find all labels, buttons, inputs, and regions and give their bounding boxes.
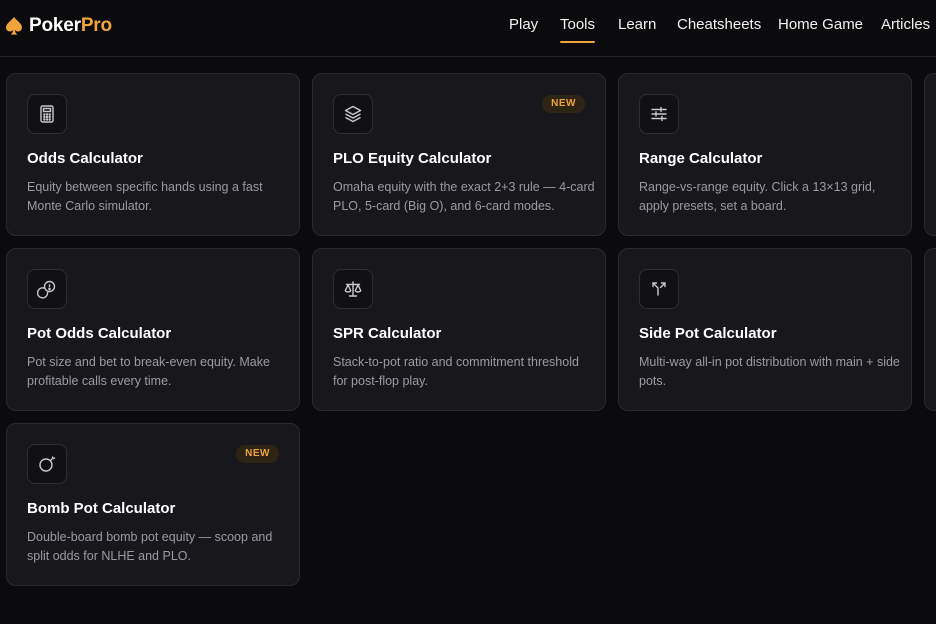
top-header: PokerPro Play Tools Learn Cheatsheets Ho…	[0, 0, 936, 57]
tool-icon-box	[639, 94, 679, 134]
tool-icon-box	[27, 269, 67, 309]
tool-icon-box	[27, 94, 67, 134]
tool-title: Side Pot Calculator	[639, 325, 777, 342]
tool-card-odds-calculator[interactable]: Odds Calculator Equity between specific …	[6, 73, 300, 236]
brand-name-part1: Poker	[29, 15, 81, 36]
tool-description: Range-vs-range equity. Click a 13×13 gri…	[639, 180, 876, 213]
tool-card-spr-calculator[interactable]: SPR Calculator Stack-to-pot ratio and co…	[312, 248, 606, 411]
tool-card-bomb-pot-calculator[interactable]: NEW Bomb Pot Calculator Double-board bom…	[6, 423, 300, 586]
tool-card-pot-odds-calculator[interactable]: Pot Odds Calculator Pot size and bet to …	[6, 248, 300, 411]
brand-name: PokerPro	[29, 15, 112, 37]
tool-icon-box	[27, 444, 67, 484]
tool-card-side-pot-calculator[interactable]: Side Pot Calculator Multi-way all-in pot…	[618, 248, 912, 411]
scale-icon	[344, 281, 362, 297]
nav-tools[interactable]: Tools	[560, 16, 596, 43]
new-badge: NEW	[542, 95, 585, 113]
tool-description: Pot size and bet to break-even equity. M…	[27, 355, 270, 388]
tool-card-range-calculator[interactable]: Range Calculator Range-vs-range equity. …	[618, 73, 912, 236]
sliders-icon	[651, 106, 667, 122]
nav-play[interactable]: Play	[509, 16, 538, 33]
tool-description: Equity between specific hands using a fa…	[27, 180, 263, 213]
tool-description: Multi-way all-in pot distribution with m…	[639, 355, 900, 388]
tool-title: Pot Odds Calculator	[27, 325, 172, 342]
tool-icon-box	[333, 269, 373, 309]
nav-cheatsheets[interactable]: Cheatsheets	[677, 16, 761, 33]
coins-icon	[37, 280, 56, 299]
tool-title: Range Calculator	[639, 150, 763, 167]
tool-icon-box	[333, 94, 373, 134]
tool-title: Bomb Pot Calculator	[27, 500, 176, 517]
layers-icon	[344, 105, 362, 123]
tool-card-plo-equity-calculator[interactable]: NEW PLO Equity Calculator Omaha equity w…	[312, 73, 606, 236]
bomb-icon	[39, 456, 56, 472]
brand-name-part2: Pro	[80, 15, 112, 36]
nav-learn[interactable]: Learn	[618, 16, 656, 33]
tool-description: Stack-to-pot ratio and commitment thresh…	[333, 355, 579, 388]
tool-description: Double-board bomb pot equity — scoop and…	[27, 530, 273, 563]
nav-articles[interactable]: Articles	[881, 16, 930, 33]
nav-home-game[interactable]: Home Game	[778, 16, 863, 33]
new-badge: NEW	[236, 445, 279, 463]
tool-description: Omaha equity with the exact 2+3 rule — 4…	[333, 180, 595, 213]
tool-title: PLO Equity Calculator	[333, 150, 492, 167]
split-icon	[652, 282, 666, 296]
tool-icon-box	[639, 269, 679, 309]
tool-card-partial[interactable]	[924, 248, 936, 411]
tool-card-partial[interactable]	[924, 73, 936, 236]
logo[interactable]: PokerPro	[6, 13, 112, 39]
calculator-icon	[40, 105, 54, 123]
spade-icon	[6, 17, 22, 35]
tool-title: Odds Calculator	[27, 150, 143, 167]
tool-title: SPR Calculator	[333, 325, 442, 342]
